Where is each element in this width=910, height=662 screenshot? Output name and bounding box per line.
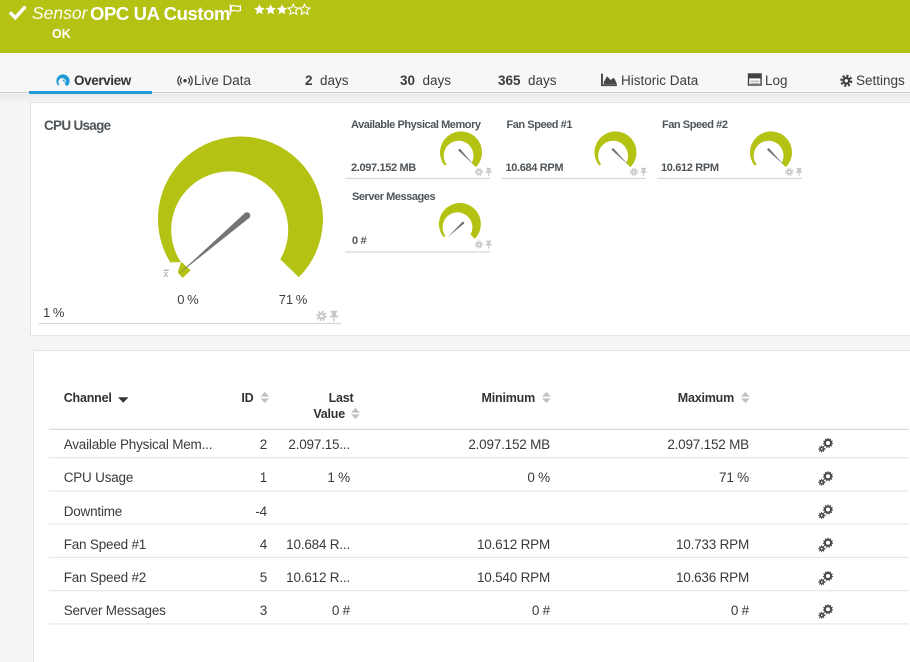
svg-text:x: x [164, 269, 169, 279]
